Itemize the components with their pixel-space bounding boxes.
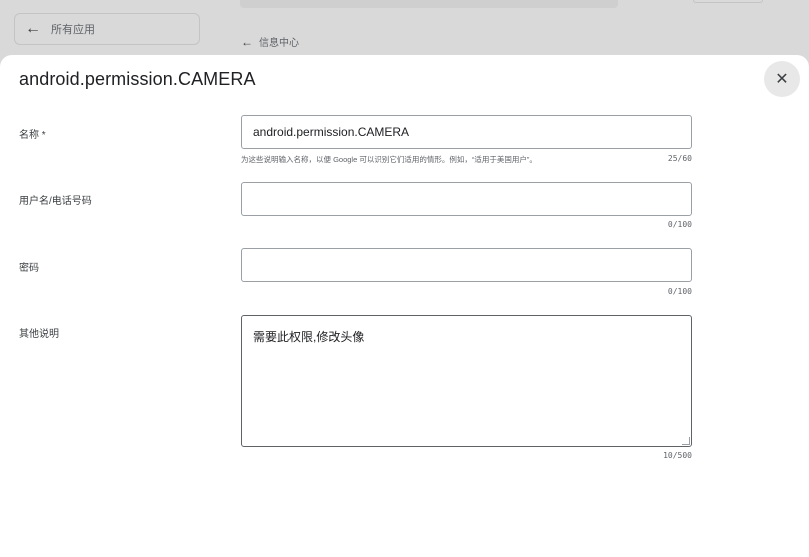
back-to-all-apps-label: 所有应用: [51, 24, 95, 36]
password-input[interactable]: [241, 248, 692, 282]
top-right-button[interactable]: [693, 0, 763, 3]
top-search-bar[interactable]: [240, 0, 618, 8]
password-counter: 0/100: [667, 287, 692, 296]
username-counter: 0/100: [667, 220, 692, 229]
back-to-all-apps-button[interactable]: ← 所有应用: [14, 13, 200, 45]
password-label: 密码: [19, 263, 39, 274]
arrow-left-icon: ←: [241, 34, 253, 49]
notes-label: 其他说明: [19, 329, 59, 340]
breadcrumb[interactable]: ← 信息中心: [241, 34, 299, 50]
close-button[interactable]: ✕: [764, 61, 800, 97]
name-hint: 为这些说明输入名称，以便 Google 可以识别它们适用的情形。例如，“适用于美…: [241, 155, 537, 164]
resize-handle[interactable]: [682, 437, 690, 445]
name-counter: 25/60: [667, 154, 692, 163]
username-label: 用户名/电话号码: [19, 196, 92, 207]
breadcrumb-label: 信息中心: [259, 38, 299, 49]
close-icon: ✕: [775, 71, 789, 88]
notes-counter: 10/500: [663, 451, 692, 460]
arrow-left-icon: ←: [25, 20, 41, 37]
edit-instructions-dialog: android.permission.CAMERA ✕ 名称 * 为这些说明输入…: [0, 55, 809, 557]
dialog-title: android.permission.CAMERA: [19, 69, 256, 89]
username-input[interactable]: [241, 182, 692, 216]
name-input[interactable]: [241, 115, 692, 149]
name-label: 名称 *: [19, 130, 46, 141]
notes-textarea[interactable]: 需要此权限,修改头像: [241, 315, 692, 447]
